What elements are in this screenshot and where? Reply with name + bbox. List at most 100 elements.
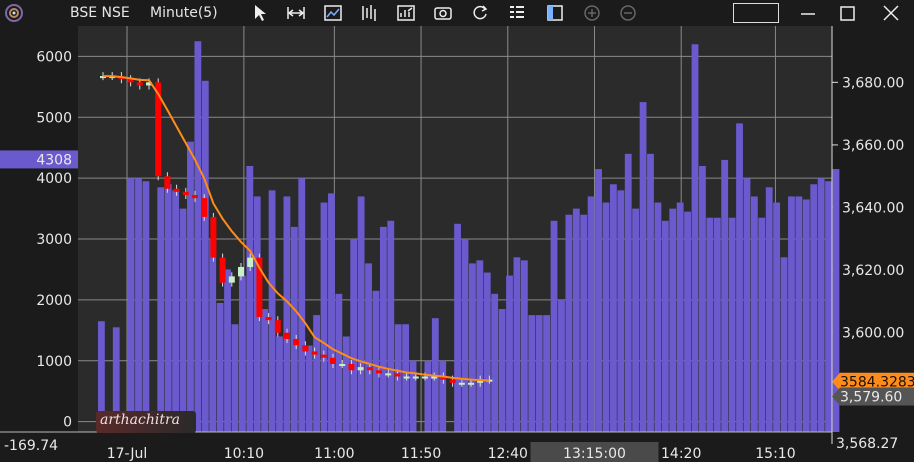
volume-bar bbox=[750, 196, 758, 432]
x-tick-label: 17-Jul bbox=[107, 446, 148, 462]
volume-bar bbox=[580, 214, 588, 432]
candle-body bbox=[201, 198, 208, 217]
volume-bar bbox=[135, 178, 142, 432]
volume-bar bbox=[617, 190, 625, 432]
volume-bar bbox=[817, 178, 825, 432]
x-tick-label: 10:10 bbox=[224, 446, 264, 462]
volume-bar bbox=[187, 141, 194, 433]
candle-body bbox=[164, 176, 171, 189]
volume-bar bbox=[476, 260, 484, 432]
candle-body bbox=[357, 367, 364, 371]
watermark-logo: arthachitra bbox=[96, 411, 196, 433]
right-bottom-label: 3,568.27 bbox=[836, 436, 898, 452]
candle-body bbox=[394, 373, 401, 377]
candle-body bbox=[293, 338, 300, 346]
volume-bar bbox=[535, 315, 543, 432]
volume-bar bbox=[647, 153, 654, 432]
volume-bar bbox=[609, 184, 617, 432]
volume-bar bbox=[439, 360, 447, 432]
left-tick-label: 0 bbox=[63, 415, 72, 431]
volume-bar bbox=[246, 166, 254, 432]
volume-bar bbox=[328, 193, 335, 432]
candle-body bbox=[376, 370, 382, 374]
volume-bar bbox=[572, 208, 580, 432]
candle-body bbox=[468, 382, 474, 385]
candle-body bbox=[366, 367, 373, 371]
candle-body bbox=[265, 317, 272, 321]
volume-bar bbox=[127, 178, 135, 432]
volume-bar bbox=[506, 275, 513, 432]
candle-body bbox=[302, 345, 309, 352]
volume-bar bbox=[483, 272, 491, 432]
candle-body bbox=[274, 320, 281, 333]
current-value-label: 3,579.60 bbox=[840, 390, 902, 406]
volume-bar bbox=[194, 41, 202, 432]
volume-bar bbox=[736, 123, 743, 433]
volume-bar bbox=[587, 196, 595, 432]
volume-bar bbox=[669, 208, 677, 432]
volume-bar bbox=[825, 181, 832, 432]
candle-body bbox=[458, 382, 465, 385]
volume-bar bbox=[379, 226, 387, 432]
volume-bar bbox=[654, 202, 662, 432]
candle-body bbox=[348, 363, 355, 371]
volume-bar bbox=[528, 315, 536, 432]
candle-body bbox=[422, 376, 428, 379]
volume-bar bbox=[558, 299, 565, 432]
volume-bar bbox=[773, 202, 781, 432]
volume-bar bbox=[298, 178, 306, 432]
volume-bar bbox=[313, 315, 320, 432]
volume-bar bbox=[365, 263, 372, 432]
x-tick-label: 13:15:00 bbox=[563, 446, 626, 462]
candle-body bbox=[192, 194, 198, 199]
volume-bar bbox=[305, 345, 313, 432]
volume-bar bbox=[728, 217, 736, 432]
candle-body bbox=[247, 257, 254, 267]
volume-bar bbox=[706, 217, 714, 432]
right-tick-label: 3,680.00 bbox=[842, 75, 904, 91]
volume-bar bbox=[684, 211, 691, 432]
volume-bar bbox=[780, 257, 788, 432]
volume-bar bbox=[335, 293, 343, 432]
watermark-text: arthachitra bbox=[100, 412, 181, 428]
left-tick-label: 4000 bbox=[36, 171, 72, 187]
volume-bar bbox=[268, 190, 276, 432]
volume-bar bbox=[261, 309, 269, 432]
volume-bar bbox=[632, 208, 640, 432]
candle-body bbox=[403, 376, 410, 379]
right-tick-label: 3,600.00 bbox=[842, 326, 904, 342]
x-tick-label: 11:50 bbox=[401, 446, 441, 462]
candle-body bbox=[412, 376, 419, 379]
volume-bar bbox=[795, 196, 803, 432]
volume-bar bbox=[676, 202, 684, 432]
right-tick-label: 3,620.00 bbox=[842, 263, 904, 279]
volume-bar bbox=[721, 159, 729, 433]
volume-bar bbox=[550, 220, 558, 432]
candle-body bbox=[284, 332, 290, 339]
volume-bar bbox=[283, 196, 291, 432]
candle-body bbox=[136, 82, 143, 86]
volume-bar bbox=[320, 202, 328, 432]
candle-body bbox=[228, 276, 235, 283]
left-tick-label: 5000 bbox=[36, 110, 72, 126]
volume-bar bbox=[172, 190, 180, 432]
volume-bar bbox=[469, 263, 476, 432]
volume-bar bbox=[498, 309, 506, 432]
volume-bar bbox=[224, 269, 231, 432]
x-tick-label: 14:20 bbox=[661, 446, 701, 462]
candle-body bbox=[238, 266, 244, 277]
volume-bar bbox=[209, 239, 217, 432]
price-volume-chart[interactable]: 6000 5000 4000 3000 2000 1000 0 3,680.00 3,660.0… bbox=[0, 0, 914, 462]
x-tick-label: 11:00 bbox=[314, 446, 354, 462]
volume-bar bbox=[387, 220, 395, 432]
candle-body bbox=[219, 257, 226, 283]
right-tick-label: 3,640.00 bbox=[842, 201, 904, 217]
volume-bar bbox=[231, 324, 239, 432]
volume-bar bbox=[639, 102, 647, 432]
volume-bar bbox=[624, 153, 632, 432]
volume-bar bbox=[357, 196, 365, 432]
volume-bar bbox=[699, 166, 706, 432]
volume-bar bbox=[758, 217, 766, 432]
volume-bar bbox=[595, 169, 602, 433]
volume-bar bbox=[372, 290, 380, 432]
